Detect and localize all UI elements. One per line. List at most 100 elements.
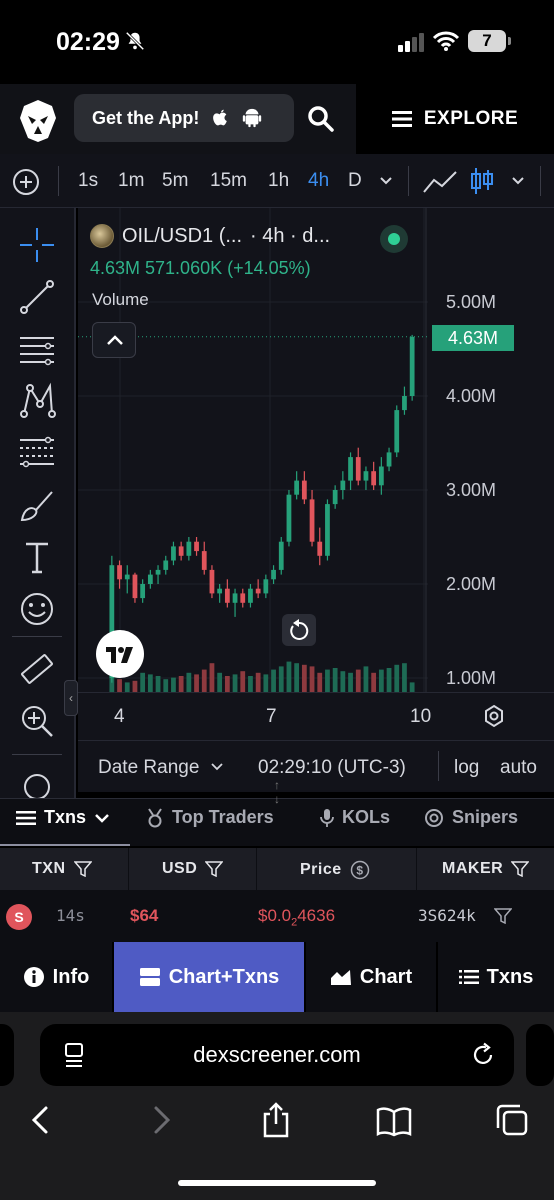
price-chart[interactable] — [78, 208, 554, 740]
previous-tab-peek[interactable] — [0, 1024, 14, 1086]
volume-bar — [194, 674, 199, 692]
candle-body — [201, 551, 207, 570]
get-app-button[interactable]: Get the App! — [74, 94, 294, 142]
horizontal-lines-icon[interactable] — [18, 330, 56, 368]
volume-bar — [394, 664, 400, 692]
chart-clock[interactable]: 02:29:10 (UTC-3) — [258, 757, 406, 779]
candlestick-icon[interactable] — [470, 166, 494, 196]
tab-top-traders[interactable]: Top Traders — [146, 807, 274, 828]
timeframe-1s[interactable]: 1s — [78, 170, 98, 192]
share-icon[interactable] — [258, 1100, 294, 1140]
tab-txns[interactable]: Txns — [16, 807, 110, 828]
pattern-icon[interactable] — [18, 382, 56, 420]
candle-body — [394, 410, 400, 453]
back-icon[interactable] — [24, 1100, 60, 1140]
timeframe-15m[interactable]: 15m — [210, 170, 247, 192]
volume-bar — [217, 672, 223, 692]
chevron-down-icon[interactable] — [378, 174, 394, 188]
tab-snipers[interactable]: Snipers — [424, 807, 518, 828]
next-tab-peek[interactable] — [526, 1024, 554, 1086]
candle-body — [232, 593, 238, 603]
filter-icon[interactable] — [511, 861, 530, 877]
volume-bar — [209, 663, 215, 692]
dollar-circle-icon[interactable]: $ — [350, 860, 370, 880]
column-txn[interactable]: TXN — [32, 860, 92, 878]
candle-body — [240, 593, 246, 603]
nav-txns[interactable]: Txns — [438, 942, 554, 1012]
y-tick-label: 5.00M — [446, 292, 497, 312]
candle-body — [263, 579, 269, 594]
timeframe-4h[interactable]: 4h — [308, 170, 329, 192]
timeframe-d[interactable]: D — [348, 170, 362, 192]
fib-retracement-icon[interactable] — [18, 434, 56, 472]
log-scale-toggle[interactable]: log — [454, 757, 479, 779]
candle-body — [217, 588, 223, 594]
crosshair-icon[interactable] — [18, 226, 56, 264]
nav-chart-txns[interactable]: Chart+Txns — [114, 942, 304, 1012]
volume-bar — [332, 668, 338, 692]
dexscreener-logo[interactable] — [18, 98, 58, 142]
candlestick-chart[interactable] — [78, 208, 554, 740]
ruler-icon[interactable] — [18, 650, 56, 688]
toolbar-collapse-handle[interactable]: ‹ — [64, 680, 78, 716]
timeframe-1m[interactable]: 1m — [118, 170, 144, 192]
volume-bar — [402, 663, 407, 692]
resize-handle-icon[interactable]: ↑ ↓ — [268, 778, 286, 808]
tab-kols[interactable]: KOLs — [320, 807, 390, 828]
zoom-in-icon[interactable] — [18, 702, 56, 740]
brush-icon[interactable] — [18, 486, 56, 524]
volume-bar — [363, 666, 369, 692]
explore-button[interactable]: EXPLORE — [356, 84, 554, 154]
txn-price: $0.024636 — [258, 906, 335, 928]
candle-body — [363, 471, 369, 481]
volume-bar — [117, 679, 122, 692]
search-icon[interactable] — [306, 104, 336, 134]
nav-info[interactable]: Info — [0, 942, 112, 1012]
collapse-indicators-button[interactable] — [92, 322, 136, 358]
filter-icon[interactable] — [205, 861, 224, 877]
line-chart-icon[interactable] — [422, 168, 458, 196]
chevron-down-icon[interactable] — [510, 174, 526, 188]
txn-maker[interactable]: 3S624k — [418, 906, 476, 925]
volume-bar — [147, 674, 153, 692]
column-maker[interactable]: MAKER — [442, 860, 530, 878]
column-price[interactable]: Price $ — [300, 860, 370, 880]
volume-bar — [325, 669, 330, 692]
volume-bar — [286, 661, 292, 692]
table-row[interactable]: S 14s $64 $0.024636 3S624k — [0, 890, 554, 942]
candle-body — [224, 588, 230, 603]
column-label: Price — [300, 861, 342, 878]
toolbar-divider — [58, 166, 59, 196]
split-view-icon — [139, 968, 160, 986]
auto-scale-toggle[interactable]: auto — [500, 757, 537, 779]
column-usd[interactable]: USD — [162, 860, 224, 878]
candle-body — [378, 466, 384, 486]
chart-settings-icon[interactable] — [482, 704, 506, 728]
bookmarks-icon[interactable] — [376, 1100, 412, 1140]
tradingview-logo[interactable] — [96, 630, 144, 678]
filter-icon[interactable] — [73, 861, 92, 877]
volume-bar — [355, 669, 361, 692]
volume-bar — [378, 669, 384, 692]
trend-line-icon[interactable] — [18, 278, 56, 316]
forward-icon[interactable] — [142, 1100, 178, 1140]
text-tool-icon[interactable] — [18, 538, 56, 576]
add-indicator-icon[interactable] — [12, 168, 40, 196]
volume-bar — [155, 676, 161, 692]
url-text[interactable]: dexscreener.com — [40, 1042, 514, 1068]
timeframe-1h[interactable]: 1h — [268, 170, 289, 192]
tabs-icon[interactable] — [494, 1100, 530, 1140]
chevron-down-icon[interactable] — [210, 761, 224, 773]
reload-icon[interactable] — [470, 1042, 496, 1068]
filter-icon[interactable] — [494, 908, 512, 924]
candle-body — [147, 574, 153, 584]
apple-icon — [213, 109, 228, 126]
reset-chart-button[interactable] — [282, 614, 316, 646]
volume-bar — [294, 663, 300, 692]
nav-chart[interactable]: Chart — [306, 942, 436, 1012]
price-prefix: $0.0 — [258, 906, 292, 925]
timeframe-5m[interactable]: 5m — [162, 170, 188, 192]
address-bar[interactable]: dexscreener.com — [40, 1024, 514, 1086]
date-range-button[interactable]: Date Range — [98, 757, 199, 779]
emoji-icon[interactable] — [18, 590, 56, 628]
